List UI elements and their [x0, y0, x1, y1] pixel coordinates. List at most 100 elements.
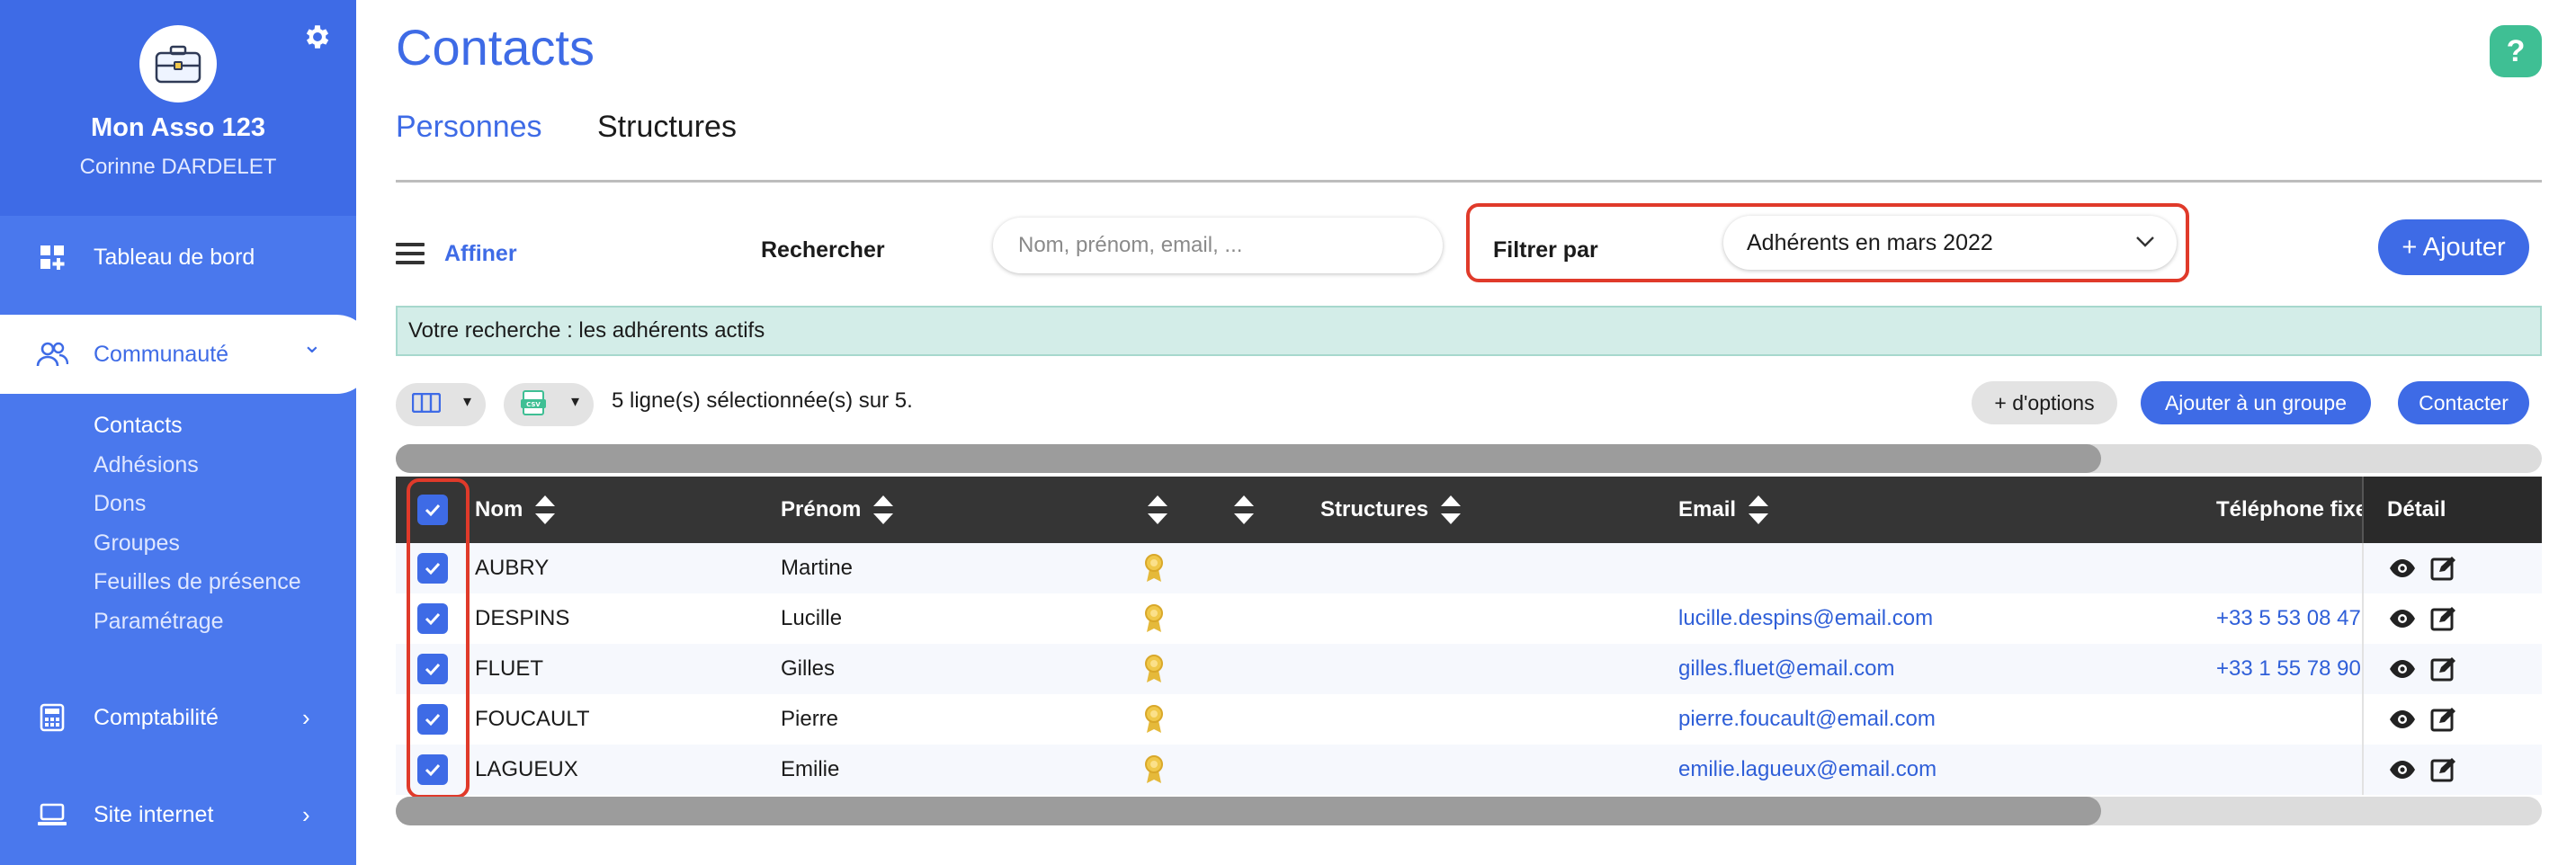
cell-telephone[interactable] — [2216, 694, 2360, 745]
caret-down-icon: ▾ — [570, 392, 579, 410]
view-icon[interactable] — [2389, 745, 2416, 795]
cell-telephone[interactable]: +33 5 53 08 47 — [2216, 593, 2360, 644]
sidebar: Mon Asso 123 Corinne DARDELET Tableau de… — [0, 0, 372, 865]
checkbox-column-highlight — [407, 478, 470, 798]
export-dropdown[interactable]: CSV ▾ — [504, 383, 594, 426]
scrollbar-thumb[interactable] — [396, 444, 2101, 473]
cell-email[interactable]: gilles.fluet@email.com — [1678, 644, 1894, 694]
table-row[interactable]: DESPINS Lucille lucille.despins@email.co… — [396, 593, 2542, 644]
tab-structures[interactable]: Structures — [597, 110, 737, 145]
search-input[interactable] — [993, 218, 1443, 273]
filter-select[interactable]: Adhérents en mars 2022 — [1723, 216, 2177, 270]
sidebar-item-communaute[interactable]: Communauté ⌄ — [0, 315, 372, 394]
more-options-button[interactable]: + d'options — [1972, 381, 2117, 424]
edit-icon[interactable] — [2430, 593, 2455, 644]
edit-icon[interactable] — [2430, 644, 2455, 694]
column-header-extra[interactable] — [1234, 477, 1254, 543]
cell-nom: DESPINS — [475, 606, 570, 630]
column-header-telephone[interactable]: Téléphone fixe — [2216, 477, 2362, 543]
sort-icon — [1441, 495, 1462, 524]
sidebar-item-label: Site internet — [94, 801, 214, 827]
sidebar-item-label: Tableau de bord — [94, 244, 255, 270]
laptop-icon — [36, 798, 68, 831]
detail-separator — [2362, 593, 2364, 644]
sidebar-item-tableau-de-bord[interactable]: Tableau de bord — [0, 218, 356, 297]
column-label: Prénom — [781, 497, 862, 522]
edit-icon[interactable] — [2430, 745, 2455, 795]
sidebar-subitem-parametrage[interactable]: Paramétrage — [94, 605, 224, 638]
search-label: Rechercher — [761, 237, 885, 263]
cell-nom: LAGUEUX — [475, 757, 578, 781]
view-icon[interactable] — [2389, 694, 2416, 745]
sidebar-subitem-feuilles-de-presence[interactable]: Feuilles de présence — [94, 566, 301, 598]
tab-personnes[interactable]: Personnes — [396, 110, 542, 145]
contact-button[interactable]: Contacter — [2398, 381, 2529, 424]
column-header-prenom[interactable]: Prénom — [781, 477, 894, 543]
gear-icon[interactable] — [302, 22, 333, 52]
cell-nom: AUBRY — [475, 556, 550, 580]
sort-icon — [1148, 495, 1167, 524]
view-icon[interactable] — [2389, 644, 2416, 694]
filter-selected-value: Adhérents en mars 2022 — [1747, 229, 1993, 255]
users-icon — [36, 338, 68, 370]
cell-telephone[interactable] — [2216, 745, 2360, 795]
sort-icon — [1234, 495, 1254, 524]
sidebar-subitem-groupes[interactable]: Groupes — [94, 527, 180, 559]
user-name: Corinne DARDELET — [79, 155, 277, 179]
detail-separator — [2362, 543, 2364, 593]
svg-text:CSV: CSV — [526, 401, 541, 408]
caret-down-icon: ▾ — [462, 392, 471, 410]
detail-separator — [2362, 694, 2364, 745]
edit-icon[interactable] — [2430, 694, 2455, 745]
horizontal-scrollbar-bottom[interactable] — [396, 797, 2542, 825]
menu-icon[interactable] — [396, 243, 425, 264]
horizontal-scrollbar-top[interactable] — [396, 444, 2542, 473]
add-button[interactable]: + Ajouter — [2378, 219, 2529, 275]
add-to-group-button[interactable]: Ajouter à un groupe — [2141, 381, 2371, 424]
view-icon[interactable] — [2389, 543, 2416, 593]
cell-prenom: Emilie — [781, 757, 840, 781]
cell-email[interactable]: lucille.despins@email.com — [1678, 593, 1933, 644]
column-header-detail: Détail — [2387, 477, 2446, 543]
cell-telephone[interactable] — [2216, 543, 2360, 593]
briefcase-icon — [155, 45, 201, 84]
cell-email[interactable]: pierre.foucault@email.com — [1678, 694, 1936, 745]
column-label: Détail — [2387, 497, 2446, 522]
sidebar-subitem-adhesions[interactable]: Adhésions — [94, 449, 199, 481]
table-row[interactable]: FLUET Gilles gilles.fluet@email.com +33 … — [396, 644, 2542, 694]
sidebar-subitem-dons[interactable]: Dons — [94, 487, 146, 520]
chevron-down-icon — [2135, 230, 2155, 254]
sort-icon — [873, 495, 894, 524]
cell-prenom: Gilles — [781, 656, 836, 681]
table-row[interactable]: LAGUEUX Emilie emilie.lagueux@email.com — [396, 745, 2542, 795]
view-icon[interactable] — [2389, 593, 2416, 644]
member-medal-icon — [1144, 644, 1164, 694]
column-label: Téléphone fixe — [2216, 497, 2362, 522]
cell-prenom: Martine — [781, 556, 854, 580]
sidebar-item-comptabilite[interactable]: Comptabilité › — [0, 678, 356, 757]
table-row[interactable]: AUBRY Martine — [396, 543, 2542, 593]
scrollbar-thumb[interactable] — [396, 797, 2101, 825]
column-header-nom[interactable]: Nom — [475, 477, 556, 543]
edit-icon[interactable] — [2430, 543, 2455, 593]
table-row[interactable]: FOUCAULT Pierre pierre.foucault@email.co… — [396, 694, 2542, 745]
selection-count: 5 ligne(s) sélectionnée(s) sur 5. — [612, 388, 913, 413]
columns-dropdown[interactable]: ▾ — [396, 383, 486, 426]
detail-separator — [2362, 644, 2364, 694]
sidebar-item-site-internet[interactable]: Site internet › — [0, 775, 356, 854]
column-header-adhesion[interactable] — [1148, 477, 1167, 543]
sidebar-item-label: Comptabilité — [94, 704, 219, 730]
affiner-link[interactable]: Affiner — [444, 241, 517, 267]
column-header-structures[interactable]: Structures — [1320, 477, 1462, 543]
cell-email[interactable]: emilie.lagueux@email.com — [1678, 745, 1936, 795]
cell-nom: FLUET — [475, 656, 544, 681]
column-label: Email — [1678, 497, 1737, 522]
cell-telephone[interactable]: +33 1 55 78 90 — [2216, 644, 2360, 694]
help-button[interactable]: ? — [2490, 25, 2542, 77]
sidebar-subitem-contacts[interactable]: Contacts — [94, 409, 183, 441]
chevron-down-icon: ⌄ — [302, 331, 322, 358]
column-header-email[interactable]: Email — [1678, 477, 1769, 543]
sort-icon — [535, 495, 556, 524]
column-label: Nom — [475, 497, 523, 522]
search-recap: Votre recherche : les adhérents actifs — [396, 306, 2542, 356]
